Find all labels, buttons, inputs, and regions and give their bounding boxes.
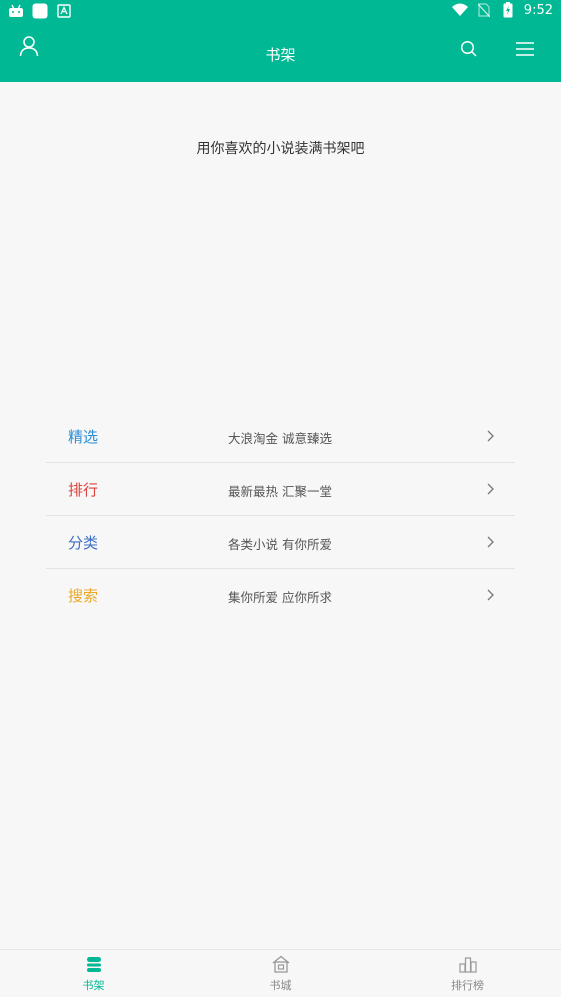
status-system: 9:52 xyxy=(451,2,553,18)
entry-description: 集你所爱 应你所求 xyxy=(228,590,332,605)
entry-ranking[interactable]: 排行 最新最热 汇聚一堂 xyxy=(46,463,515,516)
chevron-right-icon xyxy=(485,587,495,601)
entry-title: 分类 xyxy=(68,534,99,552)
nav-label: 排行榜 xyxy=(451,979,484,992)
search-button[interactable] xyxy=(449,31,489,71)
bookstore-icon xyxy=(271,955,291,973)
entry-search[interactable]: 搜索 集你所爱 应你所求 xyxy=(46,569,515,621)
entry-description: 大浪淘金 诚意臻选 xyxy=(228,431,332,446)
ranking-icon xyxy=(458,955,478,973)
nav-label: 书架 xyxy=(82,979,105,992)
entry-description: 最新最热 汇聚一堂 xyxy=(228,484,332,499)
search-icon xyxy=(460,40,478,62)
status-notifications xyxy=(8,3,72,19)
status-bar: 9:52 xyxy=(0,0,561,24)
empty-shelf-message: 用你喜欢的小说装满书架吧 xyxy=(196,141,365,157)
bookshelf-icon xyxy=(84,955,104,973)
entry-category[interactable]: 分类 各类小说 有你所爱 xyxy=(46,516,515,569)
battery-charging-icon xyxy=(500,2,516,18)
entry-featured[interactable]: 精选 大浪淘金 诚意臻选 xyxy=(46,410,515,463)
chevron-right-icon xyxy=(485,481,495,495)
entry-title: 搜索 xyxy=(68,587,99,605)
no-sim-icon xyxy=(476,2,492,18)
nav-label: 书城 xyxy=(269,979,292,992)
screen: 9:52 书架 用你喜欢的小说装满书架吧 精选 大浪淘金 诚意臻选 排行 最新最… xyxy=(0,0,561,997)
nav-bookstore[interactable]: 书城 xyxy=(187,950,374,997)
chevron-right-icon xyxy=(485,428,495,442)
menu-button[interactable] xyxy=(505,31,545,71)
entry-list: 精选 大浪淘金 诚意臻选 排行 最新最热 汇聚一堂 分类 各类小说 有你所爱 搜… xyxy=(46,410,515,621)
bottom-nav: 书架 书城 排行榜 xyxy=(0,949,561,997)
keyboard-a-icon xyxy=(56,3,72,19)
entry-description: 各类小说 有你所爱 xyxy=(228,537,332,552)
status-time: 9:52 xyxy=(523,2,553,18)
hamburger-menu-icon xyxy=(515,41,535,61)
app-bar: 书架 xyxy=(0,24,561,82)
entry-title: 精选 xyxy=(68,428,99,446)
android-debug-icon xyxy=(8,3,24,19)
nav-ranking[interactable]: 排行榜 xyxy=(374,950,561,997)
notification-square-icon xyxy=(32,3,48,19)
entry-title: 排行 xyxy=(68,481,99,499)
wifi-icon xyxy=(451,2,468,18)
chevron-right-icon xyxy=(485,534,495,548)
nav-bookshelf[interactable]: 书架 xyxy=(0,950,187,997)
